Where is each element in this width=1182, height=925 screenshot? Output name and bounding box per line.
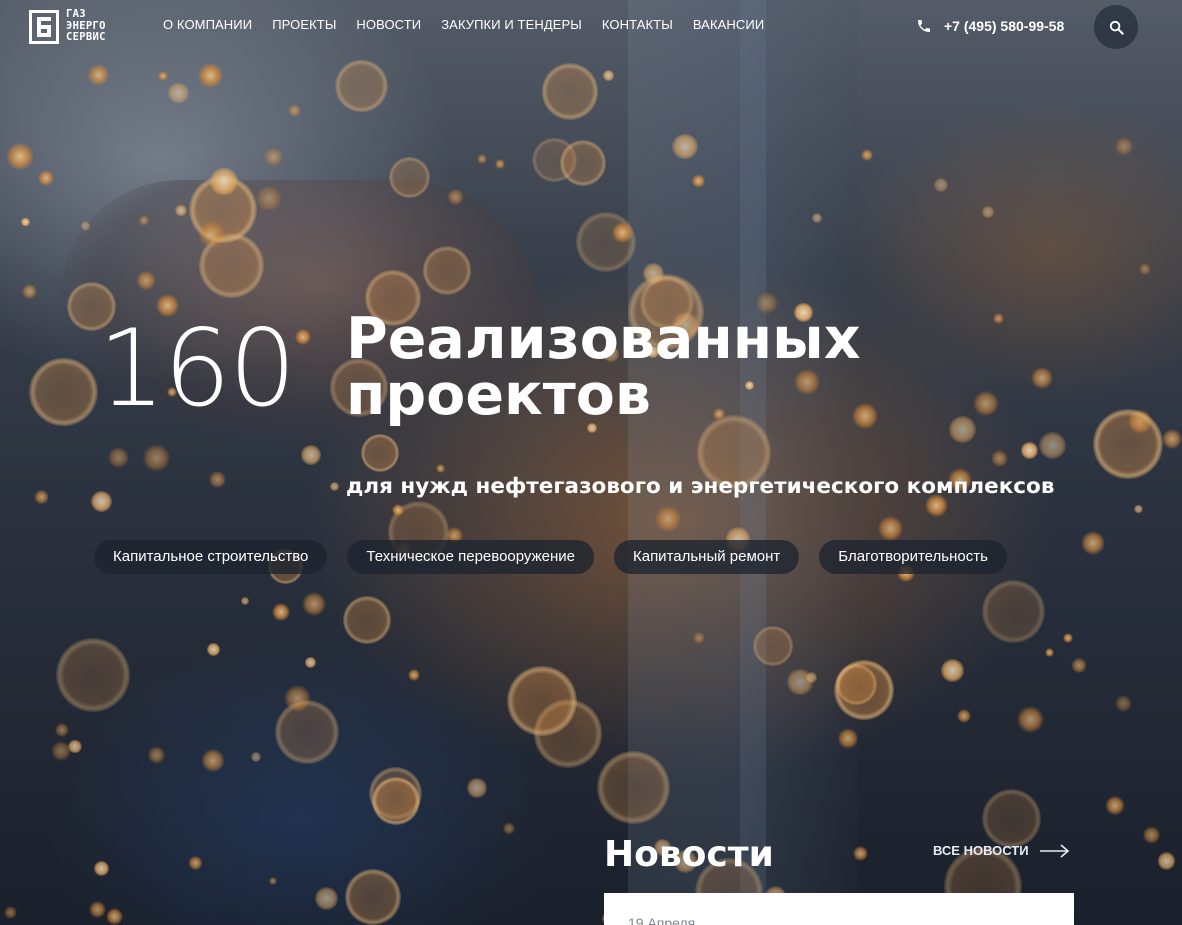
logo-text: ГАЗ ЭНЕРГО СЕРВИС: [66, 8, 106, 44]
projects-counter: 160: [98, 307, 296, 430]
phone-link[interactable]: +7 (495) 580-99-58: [916, 18, 1064, 34]
all-news-label: ВСЕ НОВОСТИ: [933, 843, 1029, 858]
logo-line: СЕРВИС: [66, 31, 106, 43]
main-nav: О КОМПАНИИ ПРОЕКТЫ НОВОСТИ ЗАКУПКИ И ТЕН…: [163, 17, 784, 32]
hero-background-photo: [0, 0, 1182, 925]
category-tags: Капитальное строительство Техническое пе…: [94, 540, 1027, 574]
tag-charity[interactable]: Благотворительность: [819, 540, 1007, 574]
tag-technical-reequipment[interactable]: Техническое перевооружение: [347, 540, 594, 574]
tag-capital-repair[interactable]: Капитальный ремонт: [613, 540, 800, 574]
nav-item-contacts[interactable]: КОНТАКТЫ: [602, 17, 673, 32]
search-button[interactable]: [1094, 5, 1138, 49]
news-section-title: Новости: [604, 834, 774, 875]
nav-item-projects[interactable]: ПРОЕКТЫ: [272, 17, 336, 32]
tag-capital-construction[interactable]: Капитальное строительство: [94, 540, 328, 574]
logo-mark-icon: [29, 10, 59, 44]
nav-item-tenders[interactable]: ЗАКУПКИ И ТЕНДЕРЫ: [441, 17, 582, 32]
phone-number: +7 (495) 580-99-58: [944, 18, 1065, 34]
hero-headline-line: проектов: [346, 362, 651, 428]
nav-item-news[interactable]: НОВОСТИ: [356, 17, 421, 32]
logo-line: ГАЗ: [66, 8, 86, 20]
hero-headline: Реализованных проектов: [346, 306, 986, 428]
all-news-link[interactable]: ВСЕ НОВОСТИ: [933, 843, 1070, 858]
hero-overlay: [0, 0, 1182, 925]
search-icon: [1109, 20, 1124, 35]
hero-headline-line: Реализованных: [346, 306, 861, 372]
phone-icon: [918, 20, 930, 32]
news-card[interactable]: 19 Апреля: [604, 893, 1074, 925]
hero-subheadline: для нужд нефтегазового и энергетического…: [346, 474, 1055, 499]
nav-item-vacancies[interactable]: ВАКАНСИИ: [693, 17, 764, 32]
news-date: 19 Апреля: [628, 915, 696, 925]
arrow-right-icon: [1039, 843, 1069, 858]
site-header: ГАЗ ЭНЕРГО СЕРВИС О КОМПАНИИ ПРОЕКТЫ НОВ…: [0, 0, 1182, 54]
site-logo[interactable]: ГАЗ ЭНЕРГО СЕРВИС: [29, 8, 133, 44]
nav-item-about[interactable]: О КОМПАНИИ: [163, 17, 252, 32]
